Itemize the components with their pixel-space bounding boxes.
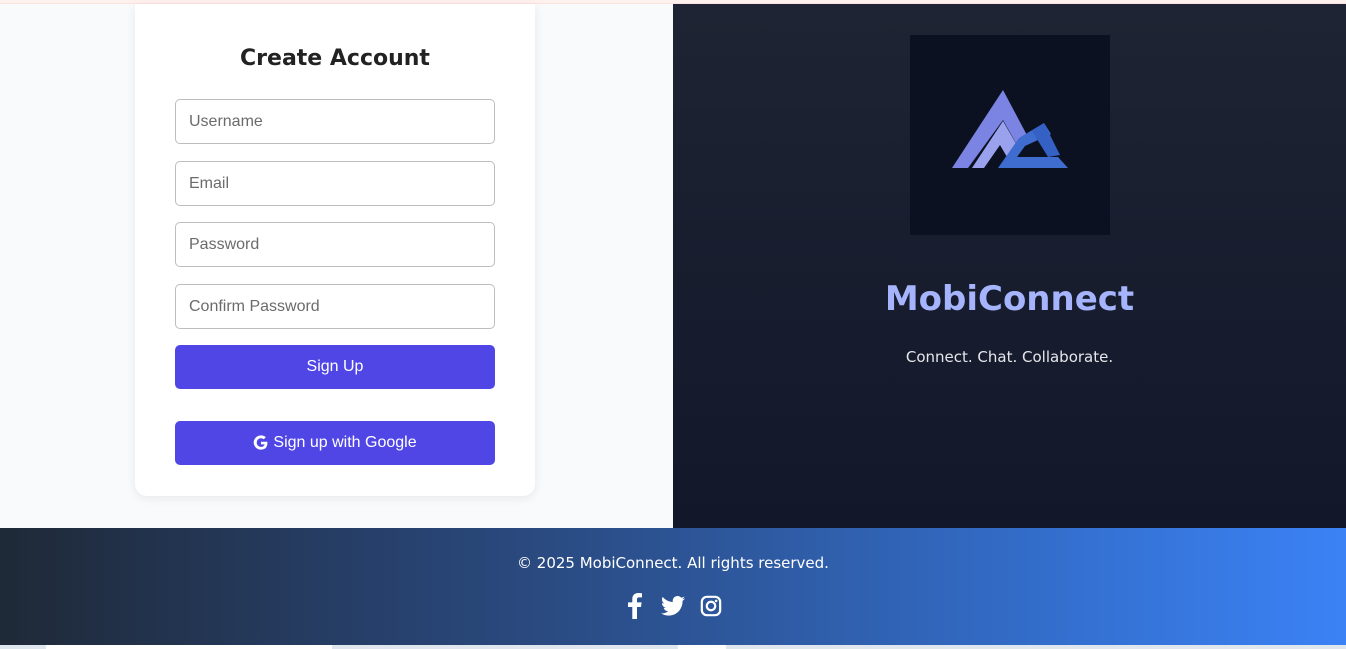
mc-logo-icon xyxy=(910,35,1110,235)
email-input[interactable] xyxy=(175,161,495,206)
password-input[interactable] xyxy=(175,222,495,267)
social-links xyxy=(0,592,1346,620)
signup-pane: Create Account Sign Up Sign up with Goog… xyxy=(0,4,673,528)
google-signup-button[interactable]: Sign up with Google xyxy=(175,421,495,465)
brand-tagline: Connect. Chat. Collaborate. xyxy=(905,348,1114,366)
brand-pane: MobiConnect Connect. Chat. Collaborate. xyxy=(673,4,1346,528)
signup-card: Create Account Sign Up Sign up with Goog… xyxy=(135,4,535,496)
twitter-icon[interactable] xyxy=(661,592,685,620)
brand-name: MobiConnect xyxy=(884,279,1135,319)
confirm-password-input[interactable] xyxy=(175,284,495,329)
footer: © 2025 MobiConnect. All rights reserved. xyxy=(0,528,1346,645)
facebook-icon[interactable] xyxy=(623,592,647,620)
copyright-text: © 2025 MobiConnect. All rights reserved. xyxy=(517,554,829,572)
bottom-strip xyxy=(0,645,1346,649)
instagram-icon[interactable] xyxy=(699,592,723,620)
google-signup-label: Sign up with Google xyxy=(273,434,417,451)
sign-up-button-label: Sign Up xyxy=(306,358,364,375)
username-input[interactable] xyxy=(175,99,495,144)
signup-title: Create Account xyxy=(240,46,430,71)
sign-up-button[interactable]: Sign Up xyxy=(175,345,495,389)
google-icon xyxy=(253,435,269,451)
